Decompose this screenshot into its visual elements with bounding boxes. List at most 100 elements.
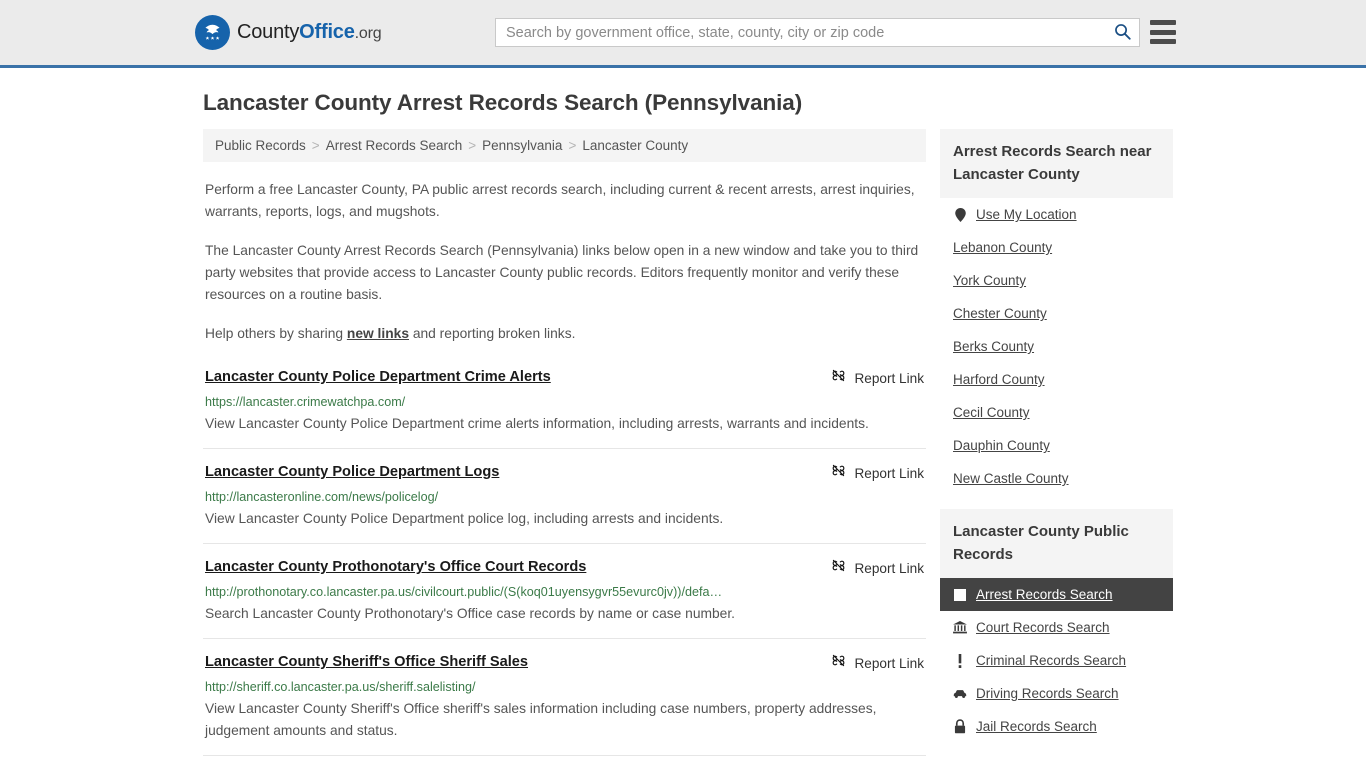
- new-links-link[interactable]: new links: [347, 326, 409, 341]
- sidebar-link[interactable]: Chester County: [953, 306, 1047, 321]
- result-description: View Lancaster County Sheriff's Office s…: [205, 701, 877, 738]
- courthouse-icon: [953, 621, 967, 635]
- report-link-button[interactable]: Report Link: [831, 367, 924, 388]
- sidebar-item-jail-records-search[interactable]: Jail Records Search: [940, 710, 1173, 743]
- result-url[interactable]: http://lancasteronline.com/news/policelo…: [205, 489, 924, 505]
- sidebar-item-harford-county[interactable]: Harford County: [940, 363, 1173, 396]
- result-title-link[interactable]: Lancaster County Prothonotary's Office C…: [205, 557, 586, 577]
- sidebar-link[interactable]: Lebanon County: [953, 240, 1052, 255]
- sidebar-item-dauphin-county[interactable]: Dauphin County: [940, 429, 1173, 462]
- site-header: CountyOffice.org: [0, 0, 1366, 68]
- brand-part-two: Office: [299, 21, 355, 43]
- sidebar-link[interactable]: Jail Records Search: [976, 719, 1097, 734]
- broken-link-icon: [831, 463, 846, 483]
- sidebar: Arrest Records Search near Lancaster Cou…: [940, 129, 1173, 768]
- sidebar-link[interactable]: Driving Records Search: [976, 686, 1119, 701]
- sidebar-link[interactable]: York County: [953, 273, 1026, 288]
- sidebar-link[interactable]: Arrest Records Search: [976, 587, 1113, 602]
- report-link-button[interactable]: Report Link: [831, 462, 924, 483]
- brand-part-three: .org: [354, 25, 382, 42]
- sidebar-item-use-my-location[interactable]: Use My Location: [940, 198, 1173, 231]
- hamburger-bar-2: [1150, 29, 1176, 35]
- public-records-box: Lancaster County Public Records Arrest R…: [940, 509, 1173, 743]
- square-icon: [953, 588, 967, 602]
- brand-wordmark: CountyOffice.org: [237, 21, 382, 44]
- report-link-button[interactable]: Report Link: [831, 652, 924, 673]
- broken-link-icon: [831, 653, 846, 673]
- result-description: Search Lancaster County Prothonotary's O…: [205, 606, 735, 621]
- result-description: View Lancaster County Police Department …: [205, 511, 724, 526]
- content-area: Public Records > Arrest Records Search >…: [203, 129, 1366, 768]
- hamburger-bar-3: [1150, 39, 1176, 44]
- broken-link-icon: [831, 368, 846, 388]
- hamburger-bar-1: [1150, 20, 1176, 25]
- page-body: Lancaster County Arrest Records Search (…: [0, 90, 1366, 768]
- intro-paragraph-1: Perform a free Lancaster County, PA publ…: [205, 182, 915, 219]
- breadcrumb-separator-0: >: [311, 138, 320, 153]
- brand-part-one: County: [237, 21, 300, 43]
- sidebar-item-arrest-records-search[interactable]: Arrest Records Search: [940, 578, 1173, 611]
- intro-text: Perform a free Lancaster County, PA publ…: [203, 179, 926, 345]
- report-link-label: Report Link: [854, 370, 924, 386]
- breadcrumb-item-2[interactable]: Pennsylvania: [482, 138, 562, 153]
- result-title-link[interactable]: Lancaster County Police Department Crime…: [205, 367, 551, 387]
- sidebar-link[interactable]: Criminal Records Search: [976, 653, 1126, 668]
- search-input[interactable]: [496, 19, 1105, 46]
- search-button[interactable]: [1105, 19, 1139, 46]
- sidebar-item-cecil-county[interactable]: Cecil County: [940, 396, 1173, 429]
- report-link-label: Report Link: [854, 465, 924, 481]
- sidebar-link[interactable]: Court Records Search: [976, 620, 1110, 635]
- result-item: Lancaster County Police Department Crime…: [203, 367, 926, 449]
- sidebar-link[interactable]: Berks County: [953, 339, 1034, 354]
- public-records-heading: Lancaster County Public Records: [940, 509, 1173, 578]
- intro-p3-before: Help others by sharing: [205, 326, 347, 341]
- result-header: Lancaster County Prothonotary's Office C…: [205, 557, 924, 578]
- breadcrumb-item-1[interactable]: Arrest Records Search: [326, 138, 463, 153]
- sidebar-item-york-county[interactable]: York County: [940, 264, 1173, 297]
- page-title: Lancaster County Arrest Records Search (…: [203, 90, 803, 115]
- result-header: Lancaster County Sheriff's Office Sherif…: [205, 652, 924, 673]
- result-title-link[interactable]: Lancaster County Police Department Logs: [205, 462, 499, 482]
- nearby-searches-heading: Arrest Records Search near Lancaster Cou…: [940, 129, 1173, 198]
- result-url[interactable]: https://lancaster.crimewatchpa.com/: [205, 394, 924, 410]
- result-url[interactable]: http://prothonotary.co.lancaster.pa.us/c…: [205, 584, 924, 600]
- map-pin-icon: [953, 207, 967, 222]
- report-link-label: Report Link: [854, 655, 924, 671]
- result-header: Lancaster County Police Department Crime…: [205, 367, 924, 388]
- sidebar-link[interactable]: Dauphin County: [953, 438, 1050, 453]
- sidebar-item-new-castle-county[interactable]: New Castle County: [940, 462, 1173, 495]
- nearby-searches-list: Use My Location Lebanon County York Coun…: [940, 198, 1173, 495]
- report-link-label: Report Link: [854, 560, 924, 576]
- result-url[interactable]: http://sheriff.co.lancaster.pa.us/sherif…: [205, 679, 924, 695]
- sidebar-item-lebanon-county[interactable]: Lebanon County: [940, 231, 1173, 264]
- result-description: View Lancaster County Police Department …: [205, 416, 869, 431]
- sidebar-link[interactable]: Cecil County: [953, 405, 1030, 420]
- sidebar-item-criminal-records-search[interactable]: Criminal Records Search: [940, 644, 1173, 677]
- lock-icon: [953, 719, 967, 734]
- breadcrumb-item-3[interactable]: Lancaster County: [582, 138, 688, 153]
- eagle-logo-icon: [195, 15, 230, 50]
- search-bar[interactable]: [495, 18, 1140, 47]
- breadcrumb-separator-1: >: [468, 138, 477, 153]
- public-records-list: Arrest Records Search Court Records Sear…: [940, 578, 1173, 743]
- breadcrumb: Public Records > Arrest Records Search >…: [203, 129, 926, 162]
- report-link-button[interactable]: Report Link: [831, 557, 924, 578]
- breadcrumb-item-0[interactable]: Public Records: [215, 138, 306, 153]
- intro-paragraph-2: The Lancaster County Arrest Records Sear…: [205, 243, 919, 302]
- sidebar-item-court-records-search[interactable]: Court Records Search: [940, 611, 1173, 644]
- result-title-link[interactable]: Lancaster County Sheriff's Office Sherif…: [205, 652, 528, 672]
- result-item: Lancaster County Police Department Logs: [203, 462, 926, 544]
- results-list: Lancaster County Police Department Crime…: [203, 367, 926, 756]
- sidebar-item-driving-records-search[interactable]: Driving Records Search: [940, 677, 1173, 710]
- sidebar-link[interactable]: Use My Location: [976, 207, 1077, 222]
- site-logo[interactable]: CountyOffice.org: [195, 15, 382, 50]
- hamburger-menu-button[interactable]: [1150, 20, 1176, 44]
- sidebar-link[interactable]: New Castle County: [953, 471, 1069, 486]
- sidebar-item-berks-county[interactable]: Berks County: [940, 330, 1173, 363]
- intro-paragraph-3: Help others by sharing new links and rep…: [205, 323, 924, 345]
- nearby-searches-box: Arrest Records Search near Lancaster Cou…: [940, 129, 1173, 495]
- result-item: Lancaster County Prothonotary's Office C…: [203, 557, 926, 639]
- sidebar-item-chester-county[interactable]: Chester County: [940, 297, 1173, 330]
- sidebar-link[interactable]: Harford County: [953, 372, 1045, 387]
